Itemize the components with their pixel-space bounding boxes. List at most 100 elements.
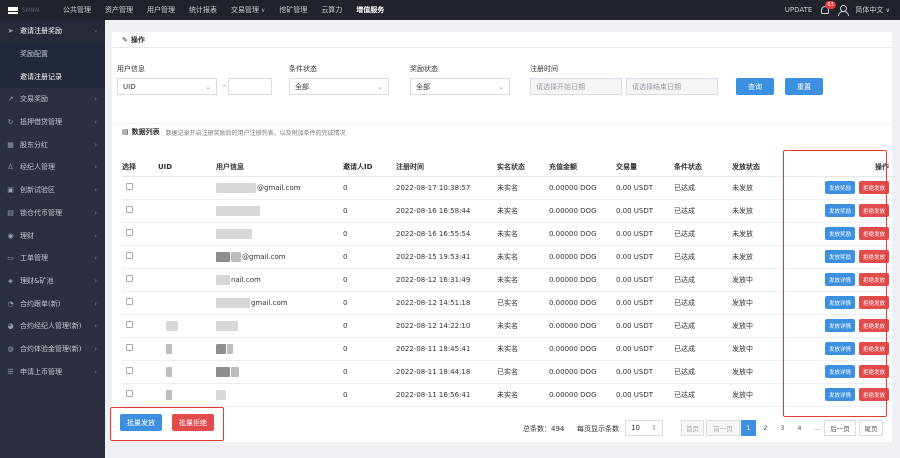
page-number-button[interactable]: 4 [792,420,807,436]
filter-panel-header: ✎ 操作 [112,32,892,48]
language-select[interactable]: 简体中文 ∨ [855,5,890,15]
top-nav-item[interactable]: 用户管理 [140,0,182,20]
issue-reward-button[interactable]: 发放奖励 [824,181,855,194]
logo[interactable]: SMIMI [0,6,56,14]
kyc-status-cell: 已实名 [497,360,549,384]
top-nav: 公共管理 资产管理 用户管理 统计报表 交易管理 ∨ 挖矿管理 云算力 增值服务 [56,0,391,20]
batch-issue-button[interactable]: 批量发放 [120,414,162,431]
sidebar-item[interactable]: ↗ 交易奖励 › [0,88,105,111]
user-icon[interactable] [838,5,850,16]
row-checkbox[interactable] [126,229,133,236]
reject-issue-button[interactable]: 拒绝发放 [858,296,889,309]
actions-cell: 发放详情 拒绝发放 [784,360,897,384]
issue-reward-button[interactable]: 发放详情 [824,273,855,286]
row-checkbox[interactable] [126,275,133,282]
bell-icon[interactable]: 63 [820,1,836,15]
sidebar-item[interactable]: ◍ 合约体验金管理(新) › [0,338,105,361]
page-number-button[interactable]: 3 [775,420,790,436]
row-checkbox[interactable] [126,321,133,328]
batch-reject-button[interactable]: 批量拒绝 [172,414,214,431]
sidebar-item[interactable]: ◔ 合约跟单(新) › [0,292,105,315]
sidebar-item[interactable]: ➤ 邀请注册奖励 › [0,20,105,43]
reject-issue-button[interactable]: 拒绝发放 [858,250,889,263]
reject-issue-button[interactable]: 拒绝发放 [858,273,889,286]
list-icon: ▤ [122,128,129,136]
sidebar-item[interactable]: ◉ 理财 › [0,224,105,247]
top-nav-item[interactable]: 统计报表 [182,0,224,20]
reject-issue-button[interactable]: 拒绝发放 [858,388,889,401]
wallet-icon: ◍ [7,344,14,353]
user-email: @gmail.com [257,183,301,192]
actions-cell: 发放奖励 拒绝发放 [784,176,897,200]
issue-status-cell: 发放中 [732,360,784,384]
reject-issue-button[interactable]: 拒绝发放 [858,227,889,240]
issue-reward-button[interactable]: 发放奖励 [824,204,855,217]
reject-issue-button[interactable]: 拒绝发放 [858,365,889,378]
page-number-button[interactable]: 2 [758,420,773,436]
issue-reward-button[interactable]: 发放奖励 [824,250,855,263]
user-info-type-select[interactable]: UID ⌄ [117,78,217,95]
sidebar-item[interactable]: ◈ 理财&矿池 › [0,270,105,293]
reject-issue-button[interactable]: 拒绝发放 [858,342,889,355]
first-page-button[interactable]: 首页 [681,420,704,436]
issue-reward-button[interactable]: 发放详情 [824,365,855,378]
condition-status-cell: 已达成 [674,337,732,361]
issue-reward-button[interactable]: 发放详情 [824,296,855,309]
select-cell [122,383,158,407]
sidebar-item[interactable]: ↻ 抵押借贷管理 › [0,111,105,134]
reject-issue-button[interactable]: 拒绝发放 [858,319,889,332]
query-button[interactable]: 查询 [736,78,774,95]
end-date-input[interactable]: 请选择结束日期 [626,78,718,95]
sidebar-subitem[interactable]: 邀请注册记录 [0,65,105,89]
top-nav-item[interactable]: 资产管理 [98,0,140,20]
issue-reward-button[interactable]: 发放详情 [824,342,855,355]
condition-status-cell: 已达成 [674,222,732,246]
sidebar-item[interactable]: ☰ 申请上币管理 › [0,360,105,383]
page-number-button[interactable]: 1 [741,420,756,436]
reject-issue-button[interactable]: 拒绝发放 [858,204,889,217]
row-checkbox[interactable] [126,390,133,397]
page-size-select[interactable]: 10 ⇕ [625,420,663,436]
start-date-input[interactable]: 请选择开始日期 [530,78,622,95]
condition-status-cell: 已达成 [674,199,732,223]
top-nav-item[interactable]: 挖矿管理 [272,0,314,20]
select-cell [122,337,158,361]
row-checkbox[interactable] [126,367,133,374]
sidebar-item[interactable]: ▤ 锁仓代币管理 › [0,202,105,225]
issue-reward-button[interactable]: 发放详情 [824,388,855,401]
next-page-button[interactable]: 后一页 [824,420,856,436]
row-checkbox[interactable] [126,252,133,259]
sidebar-item[interactable]: ▭ 工单管理 › [0,247,105,270]
deposit-amount-cell: 0.00000 DOG [549,199,616,223]
select-cell [122,268,158,292]
row-checkbox[interactable] [126,344,133,351]
sidebar-item[interactable]: ♙ 经纪人管理 › [0,156,105,179]
update-link[interactable]: UPDATE [785,6,813,14]
last-page-button[interactable]: 尾页 [859,420,883,436]
sidebar-item[interactable]: ▣ 创新试验区 › [0,179,105,202]
reset-button[interactable]: 重置 [785,78,823,95]
issue-reward-button[interactable]: 发放奖励 [824,227,855,240]
table-row: @gmail.com 0 2022-08-15 19:53:41 未实名 0.00000… [122,245,897,269]
menu-icon[interactable] [8,6,18,14]
top-nav-item[interactable]: 公共管理 [56,0,98,20]
cond-status-select[interactable]: 全部 ⌄ [289,78,389,95]
prev-page-button[interactable]: 前一页 [706,420,740,436]
sidebar-item-label: 合约跟单(新) [20,299,61,308]
user-info-input[interactable] [228,78,272,95]
top-nav-item[interactable]: 云算力 [314,0,349,20]
row-checkbox[interactable] [126,298,133,305]
sidebar-subitem[interactable]: 奖励配置 [0,42,105,66]
reject-issue-button[interactable]: 拒绝发放 [858,181,889,194]
sidebar-item[interactable]: ▦ 股东分红 › [0,133,105,156]
row-checkbox[interactable] [126,206,133,213]
lock-icon: ▤ [7,208,14,217]
top-nav-item[interactable]: 交易管理 ∨ [224,0,272,20]
reward-status-select[interactable]: 全部 ⌄ [410,78,510,95]
sidebar-item[interactable]: ◕ 合约经纪人管理(新) › [0,315,105,338]
kyc-status-cell: 未实名 [497,176,549,200]
reg-time-label: 注册时间 [530,65,558,73]
top-nav-item[interactable]: 增值服务 [349,0,391,20]
row-checkbox[interactable] [126,183,133,190]
issue-reward-button[interactable]: 发放详情 [824,319,855,332]
